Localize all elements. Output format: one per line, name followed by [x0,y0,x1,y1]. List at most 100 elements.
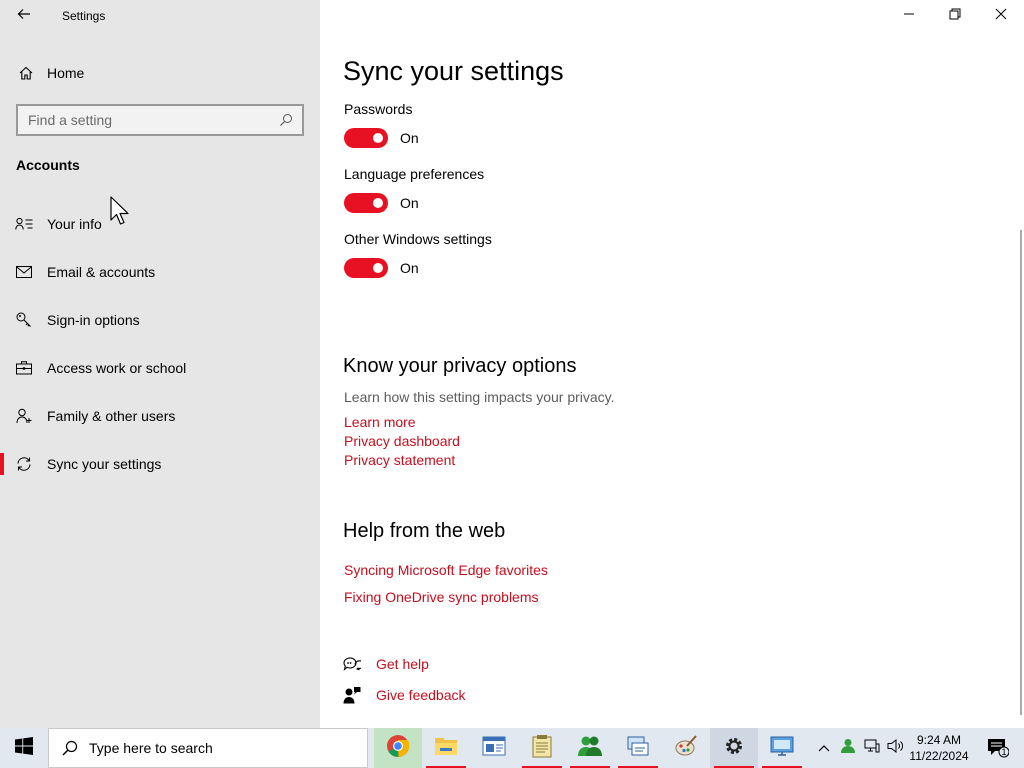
app-title: Settings [62,9,106,23]
person-icon [14,214,34,234]
network-status-icon [864,738,880,759]
language-preferences-label: Language preferences [344,166,485,182]
chevron-up-icon [818,739,830,757]
edge-favorites-link[interactable]: Syncing Microsoft Edge favorites [344,562,548,578]
give-feedback-row[interactable]: Give feedback [343,686,466,704]
sidebar-item-label: Access work or school [47,360,187,376]
find-setting-search[interactable] [16,104,304,136]
privacy-dashboard-link[interactable]: Privacy dashboard [344,433,460,449]
learn-more-link[interactable]: Learn more [344,414,416,430]
toggle-state-label: On [400,260,419,276]
accounts-nav-list: Your info Email & accounts Sign-in optio… [0,200,320,488]
help-from-web-heading: Help from the web [343,520,506,542]
mail-icon [14,262,34,282]
briefcase-icon [14,358,34,378]
taskbar-app-remote-desktop[interactable] [758,728,806,768]
search-icon[interactable] [274,113,298,127]
privacy-heading: Know your privacy options [343,355,577,377]
taskbar-app-users[interactable] [566,728,614,768]
back-button[interactable] [8,2,40,30]
sidebar-item-label: Your info [47,216,102,232]
search-icon [61,739,79,757]
onedrive-sync-link[interactable]: Fixing OneDrive sync problems [344,589,539,605]
taskbar: Type here to search 9:24 AM 11/22/2024 1 [0,728,1024,768]
key-icon [14,310,34,330]
clock-time: 9:24 AM [916,733,962,747]
file-explorer-icon [434,735,458,762]
home-icon [16,63,36,83]
sidebar-item-sign-in-options[interactable]: Sign-in options [0,296,320,344]
give-feedback-link[interactable]: Give feedback [376,687,466,703]
sync-icon [14,454,34,474]
back-arrow-icon [16,6,32,27]
taskbar-app-network[interactable] [614,728,662,768]
page-title: Sync your settings [343,56,564,86]
language-preferences-toggle[interactable] [344,193,388,213]
remote-desktop-icon [770,735,794,762]
other-windows-settings-toggle[interactable] [344,258,388,278]
tray-network[interactable] [860,728,884,768]
sidebar-item-sync-settings[interactable]: Sync your settings [0,440,320,488]
taskbar-apps [374,728,806,768]
privacy-statement-link[interactable]: Privacy statement [344,452,455,468]
toggle-state-label: On [400,195,419,211]
taskbar-app-chrome[interactable] [374,728,422,768]
show-hidden-icons-button[interactable] [812,728,836,768]
sidebar-item-label: Email & accounts [47,264,156,280]
passwords-label: Passwords [344,101,413,117]
chrome-icon [386,734,410,763]
content-scrollbar[interactable] [1020,230,1022,715]
taskbar-search-text: Type here to search [89,740,213,756]
sidebar-item-your-info[interactable]: Your info [0,200,320,248]
sidebar-item-email-accounts[interactable]: Email & accounts [0,248,320,296]
people-icon [14,406,34,426]
settings-gear-icon [723,735,745,762]
toggle-knob [373,198,383,208]
nav-home[interactable]: Home [0,56,320,90]
navigation-pane: Settings Home Accounts Your info Email &… [0,0,320,728]
mouse-pointer-icon [110,196,130,233]
privacy-description: Learn how this setting impacts your priv… [344,389,615,405]
passwords-toggle-row: On [344,128,419,148]
taskbar-app-paint[interactable] [662,728,710,768]
toggle-state-label: On [400,130,419,146]
taskbar-app-file-explorer[interactable] [422,728,470,768]
app-window-icon [482,735,506,762]
sidebar-item-label: Sync your settings [47,456,162,472]
chat-help-icon [343,655,361,673]
taskbar-app-window[interactable] [470,728,518,768]
toggle-knob [373,133,383,143]
language-preferences-toggle-row: On [344,193,419,213]
action-center-button[interactable]: 1 [978,728,1018,768]
start-button[interactable] [0,728,48,768]
sidebar-item-access-work-school[interactable]: Access work or school [0,344,320,392]
other-windows-settings-label: Other Windows settings [344,231,492,247]
sidebar-item-label: Sign-in options [47,312,140,328]
notepad-icon [531,734,553,763]
users-icon [577,735,603,762]
passwords-toggle[interactable] [344,128,388,148]
clock-date: 11/22/2024 [909,749,969,763]
notification-icon: 1 [987,738,1010,758]
sidebar-item-family-other-users[interactable]: Family & other users [0,392,320,440]
network-icon [626,735,650,762]
toggle-knob [373,263,383,273]
paint-icon [674,734,698,763]
get-help-link[interactable]: Get help [376,656,429,672]
taskbar-app-settings[interactable] [710,728,758,768]
find-setting-input[interactable] [18,106,274,134]
notification-count: 1 [1001,747,1007,757]
sidebar-item-label: Family & other users [47,408,176,424]
other-windows-settings-toggle-row: On [344,258,419,278]
taskbar-app-notepad[interactable] [518,728,566,768]
tray-user-status[interactable] [836,728,860,768]
taskbar-search-box[interactable]: Type here to search [48,728,368,768]
system-tray [812,728,908,768]
system-clock[interactable]: 9:24 AM 11/22/2024 [905,732,973,764]
settings-content: Sync your settings Passwords On Language… [320,0,1024,728]
nav-home-label: Home [47,65,85,81]
feedback-icon [343,686,361,704]
get-help-row[interactable]: Get help [343,655,429,673]
speaker-icon [887,738,905,759]
windows-logo-icon [15,736,33,760]
